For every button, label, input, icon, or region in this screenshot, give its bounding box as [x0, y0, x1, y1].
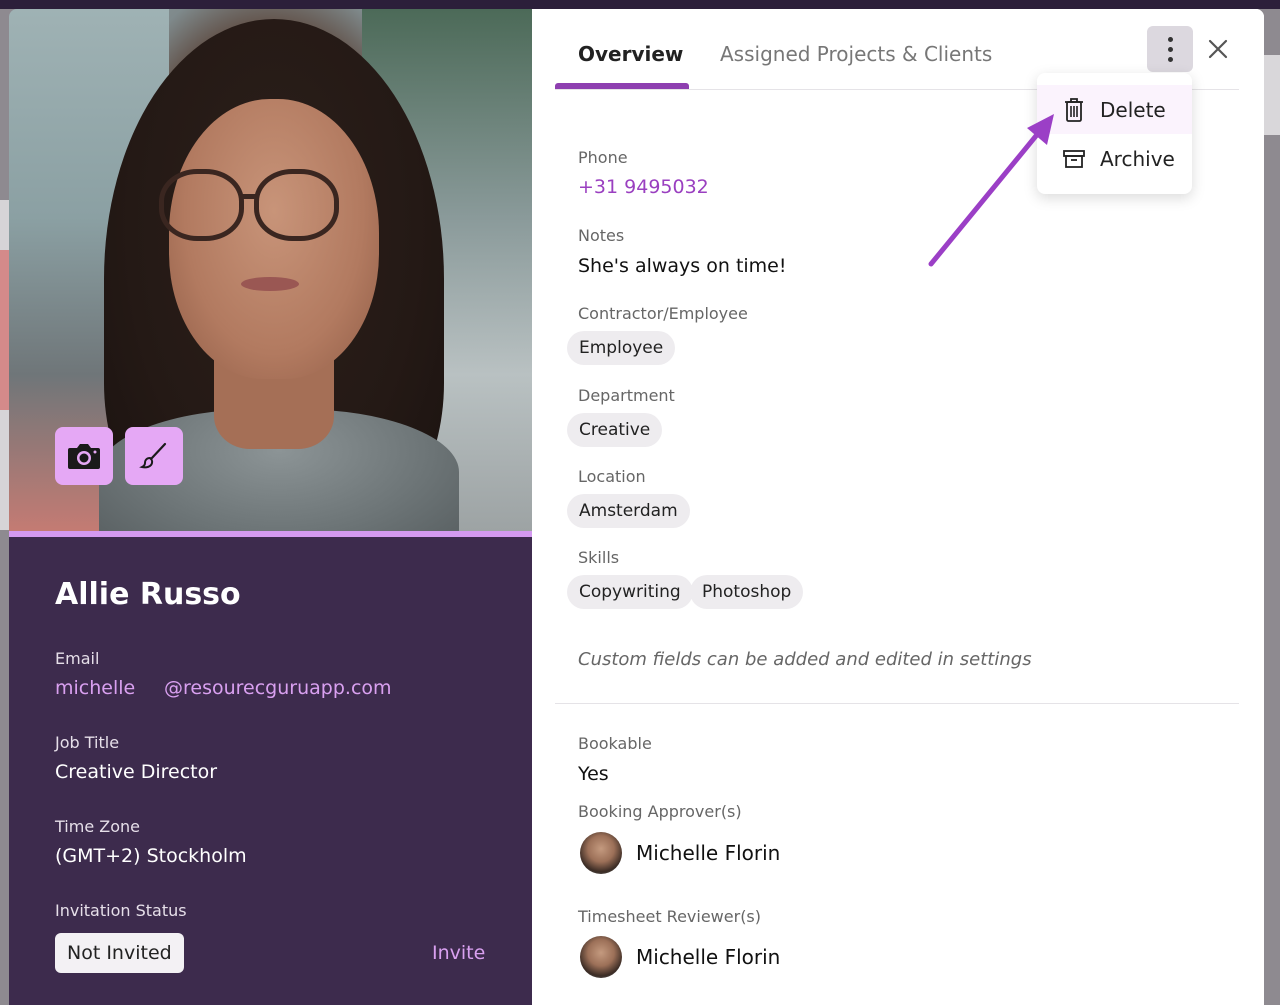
active-tab-indicator: [555, 83, 689, 89]
email-label: Email: [55, 649, 100, 668]
notes-label: Notes: [578, 226, 625, 245]
trash-icon: [1065, 97, 1083, 122]
phone-link[interactable]: +31 9495032: [578, 176, 709, 198]
options-menu: Delete Archive: [1037, 73, 1192, 194]
skill-chip: Photoshop: [690, 575, 804, 609]
invitation-status-label: Invitation Status: [55, 901, 187, 920]
department-chip: Creative: [567, 413, 663, 447]
bookable-value: Yes: [578, 763, 609, 785]
backdrop-strip: [0, 250, 9, 410]
time-zone-value: (GMT+2) Stockholm: [55, 845, 247, 867]
email-domain-link[interactable]: @resourecguruapp.com: [164, 677, 392, 699]
menu-item-label: Archive: [1100, 146, 1175, 171]
bookable-label: Bookable: [578, 734, 652, 753]
notes-value: She's always on time!: [578, 255, 787, 277]
contractor-label: Contractor/Employee: [578, 304, 748, 323]
time-zone-label: Time Zone: [55, 817, 140, 836]
email-user-link[interactable]: michelle: [55, 677, 135, 699]
job-title-label: Job Title: [55, 733, 120, 752]
tab-assigned-projects[interactable]: Assigned Projects & Clients: [720, 42, 992, 66]
contractor-chip: Employee: [567, 331, 676, 365]
backdrop-strip: [1264, 55, 1280, 135]
close-icon[interactable]: [1204, 35, 1232, 63]
upload-photo-button[interactable]: [55, 427, 113, 485]
profile-panel: Allie Russo Email michelle @resourecguru…: [9, 9, 532, 1005]
reviewer-label: Timesheet Reviewer(s): [578, 907, 762, 926]
resource-name: Allie Russo: [55, 577, 241, 612]
skills-label: Skills: [578, 548, 620, 567]
department-label: Department: [578, 386, 675, 405]
location-chip: Amsterdam: [567, 494, 690, 528]
phone-label: Phone: [578, 148, 628, 167]
approver-name: Michelle Florin: [636, 841, 781, 865]
custom-fields-hint: Custom fields can be added and edited in…: [578, 649, 1032, 670]
profile-photo: [9, 9, 532, 531]
details-panel: Overview Assigned Projects & Clients Del…: [532, 9, 1264, 1005]
resource-profile-modal: Allie Russo Email michelle @resourecguru…: [9, 9, 1264, 1005]
location-label: Location: [578, 467, 646, 486]
section-divider: [555, 703, 1239, 704]
avatar: [580, 832, 622, 874]
menu-item-delete[interactable]: Delete: [1037, 85, 1192, 134]
menu-item-label: Delete: [1100, 97, 1166, 122]
reviewer-name: Michelle Florin: [636, 945, 781, 969]
app-topbar: [0, 0, 1280, 9]
skill-chip: Copywriting: [567, 575, 693, 609]
camera-icon: [68, 444, 100, 469]
job-title-value: Creative Director: [55, 761, 218, 783]
avatar: [580, 936, 622, 978]
invite-link[interactable]: Invite: [432, 942, 485, 964]
edit-color-button[interactable]: [125, 427, 183, 485]
paintbrush-icon: [139, 442, 167, 469]
archive-icon: [1063, 149, 1085, 168]
tab-overview[interactable]: Overview: [578, 42, 683, 66]
kebab-icon: [1167, 36, 1173, 42]
approver-label: Booking Approver(s): [578, 802, 742, 821]
invitation-status-badge: Not Invited: [55, 933, 184, 973]
photo-accent-line: [9, 531, 532, 537]
menu-item-archive[interactable]: Archive: [1037, 134, 1192, 183]
more-options-button[interactable]: [1147, 26, 1193, 72]
